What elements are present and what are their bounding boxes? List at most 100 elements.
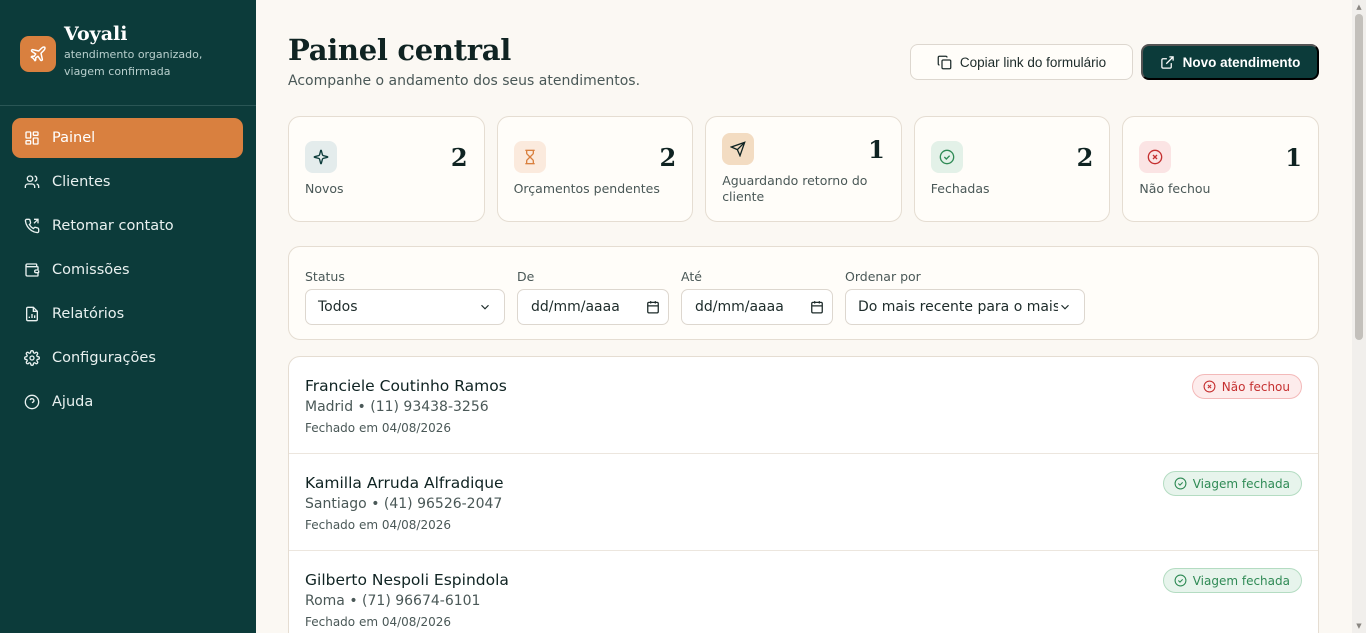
scroll-down-arrow[interactable]: ▼ [1355,622,1363,630]
from-date-label: De [517,269,535,284]
to-date-input[interactable]: dd/mm/aaaa [681,289,833,325]
stat-card-fechadas[interactable]: 2 Fechadas [913,116,1111,222]
check-circle-icon [930,141,963,173]
users-icon [24,175,40,188]
sidebar-item-configuracoes[interactable]: Configurações [12,338,243,378]
list-item[interactable]: Gilberto Nespoli Espindola Roma • (71) 9… [289,551,1318,633]
sidebar-item-ajuda[interactable]: Ajuda [12,382,243,422]
sidebar-nav: Painel Clientes Retomar contato Comissõe… [0,106,256,422]
sort-label: Ordenar por [845,269,921,284]
check-circle-icon [1174,477,1187,490]
sparkles-icon [305,141,337,173]
stat-label: Fechadas [930,181,990,196]
help-icon [24,394,40,410]
attendance-list: Franciele Coutinho Ramos Madrid • (11) 9… [288,356,1319,633]
closed-date: Fechado em 04/08/2026 [305,518,452,532]
stat-card-novos[interactable]: 2 Novos [288,116,485,222]
stat-value: 2 [450,143,468,172]
sidebar: Voyali atendimento organizado, viagem co… [0,0,256,633]
stat-card-nao-fechou[interactable]: 1 Não fechou [1122,116,1319,222]
brand-tagline: atendimento organizado, viagem confirmad… [64,48,203,78]
hourglass-icon [513,141,546,173]
closed-date: Fechado em 04/08/2026 [305,615,452,629]
brand: Voyali atendimento organizado, viagem co… [0,0,256,106]
status-filter: Status Todos [305,269,505,325]
gear-icon [24,350,40,366]
copy-form-link-button[interactable]: Copiar link do formulário [910,44,1133,80]
sidebar-item-label: Ajuda [52,394,94,410]
status-badge: Viagem fechada [1162,568,1302,593]
list-item[interactable]: Franciele Coutinho Ramos Madrid • (11) 9… [289,357,1318,454]
status-select[interactable]: Todos [305,289,505,325]
new-attendance-button[interactable]: Novo atendimento [1141,44,1319,80]
stat-value: 1 [1285,143,1302,172]
copy-form-link-label: Copiar link do formulário [959,54,1107,70]
scroll-up-arrow[interactable]: ▲ [1355,3,1363,11]
sidebar-item-clientes[interactable]: Clientes [12,162,243,202]
x-circle-icon [1139,141,1172,173]
brand-name: Voyali [64,23,128,45]
from-date-value: dd/mm/aaaa [531,299,620,315]
wallet-icon [25,263,40,277]
dashboard-icon [25,131,39,145]
send-icon [722,133,755,165]
status-filter-label: Status [305,269,345,284]
calendar-icon[interactable] [810,300,824,314]
to-date-value: dd/mm/aaaa [695,299,784,315]
status-badge: Não fechou [1191,374,1302,399]
x-circle-icon [1203,380,1216,393]
stat-card-aguardando-retorno[interactable]: 1 Aguardando retorno do cliente [705,116,902,222]
sidebar-item-comissoes[interactable]: Comissões [12,250,243,290]
stat-card-orcamentos-pendentes[interactable]: 2 Orçamentos pendentes [496,116,694,222]
chevron-down-icon [1061,304,1069,310]
stat-value: 2 [659,143,677,172]
client-name: Franciele Coutinho Ramos [305,377,507,395]
sidebar-item-label: Clientes [52,174,111,190]
stat-value: 2 [1076,143,1094,172]
stat-label: Novos [305,181,344,196]
sidebar-item-relatorios[interactable]: Relatórios [12,294,243,334]
scrollbar-thumb[interactable] [1355,14,1363,340]
check-circle-icon [1174,574,1187,587]
copy-icon [937,55,952,69]
list-item[interactable]: Kamilla Arruda Alfradique Santiago • (41… [289,454,1318,551]
stat-label: Orçamentos pendentes [513,181,660,196]
from-date-input[interactable]: dd/mm/aaaa [517,289,669,325]
status-select-value: Todos [318,299,358,315]
sidebar-item-painel[interactable]: Painel [12,118,243,158]
client-meta: Madrid • (11) 93438-3256 [305,399,489,415]
client-name: Kamilla Arruda Alfradique [305,474,504,492]
page-scrollbar[interactable]: ▲ ▼ [1352,0,1366,633]
status-badge: Viagem fechada [1162,471,1302,496]
calendar-icon[interactable] [646,300,660,314]
status-badge-label: Não fechou [1221,379,1290,394]
client-meta: Santiago • (41) 96526-2047 [305,496,503,512]
to-date-label: Até [681,269,702,284]
sidebar-item-label: Comissões [52,262,130,278]
sort-filter: Ordenar por Do mais recente para o mais … [845,269,1085,325]
page-title: Painel central [288,33,511,67]
sidebar-item-label: Relatórios [52,306,125,322]
stats-row: 2 Novos 2 Orçamentos pendentes 1 Aguarda… [288,116,1319,222]
closed-date: Fechado em 04/08/2026 [305,421,452,435]
status-badge-label: Viagem fechada [1192,476,1290,491]
sort-select-value: Do mais recente para o mais antigo [858,299,1058,315]
from-date-filter: De dd/mm/aaaa [517,269,669,325]
sidebar-item-label: Configurações [52,350,156,366]
page-subtitle: Acompanhe o andamento dos seus atendimen… [288,73,641,89]
stat-label: Aguardando retorno do cliente [722,173,868,204]
sort-select[interactable]: Do mais recente para o mais antigo [845,289,1085,325]
plane-icon [20,36,56,72]
client-meta: Roma • (71) 96674-6101 [305,593,481,609]
filters-panel: Status Todos De dd/mm/aaaa Até dd/mm/aaa… [288,246,1319,340]
sidebar-item-label: Retomar contato [52,218,174,234]
status-badge-label: Viagem fechada [1192,573,1290,588]
to-date-filter: Até dd/mm/aaaa [681,269,833,325]
client-name: Gilberto Nespoli Espindola [305,571,509,589]
sidebar-item-label: Painel [52,130,96,146]
stat-value: 1 [868,135,885,164]
report-icon [26,306,38,322]
chevron-down-icon [481,304,489,310]
external-link-icon [1160,55,1174,69]
sidebar-item-retomar-contato[interactable]: Retomar contato [12,206,243,246]
